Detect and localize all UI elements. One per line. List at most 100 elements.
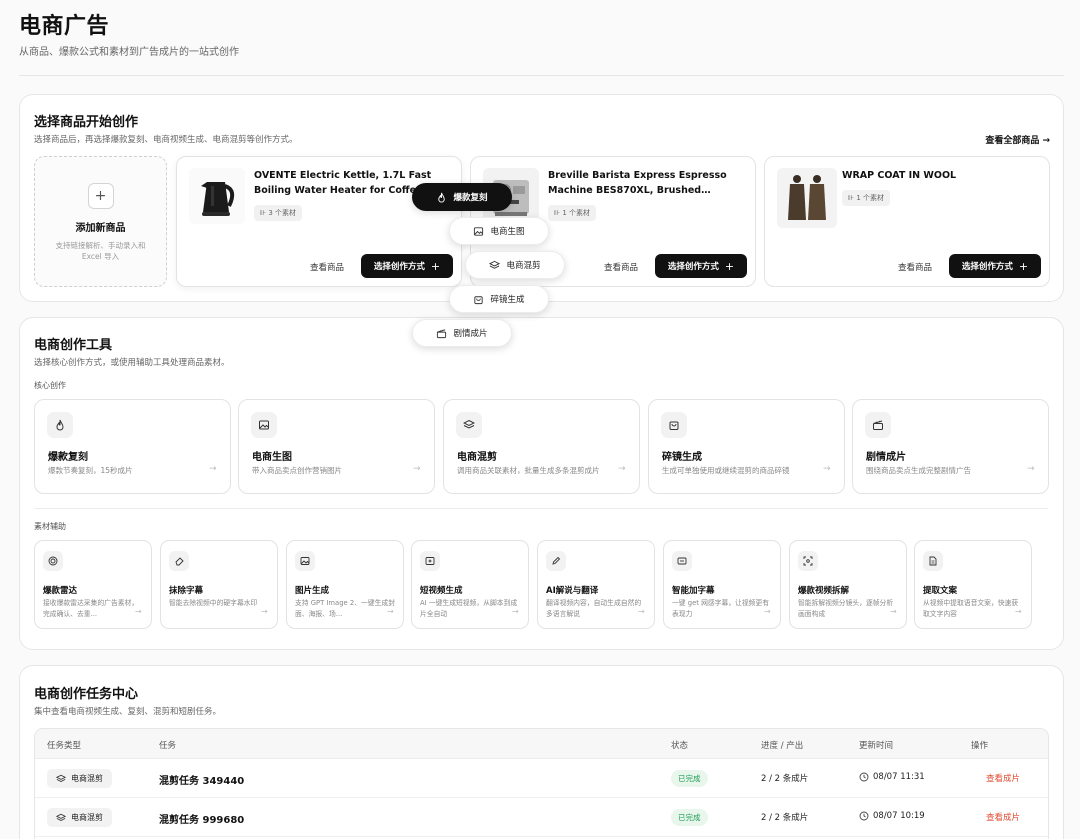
aux-tool-card[interactable]: 图片生成 支持 GPT Image 2、一键生成封面、海报、场... → — [286, 540, 404, 629]
core-group-label: 核心创作 — [34, 381, 66, 390]
view-product-link[interactable]: 查看商品 — [310, 261, 344, 273]
core-tool-card[interactable]: 电商混剪 调用商品关联素材，批量生成多条混剪成片 → — [443, 399, 640, 494]
task-progress: 2 / 2 条成片 — [761, 813, 809, 823]
plus-icon: + — [1018, 259, 1029, 273]
task-progress: 2 / 2 条成片 — [761, 774, 809, 784]
pen-icon — [546, 551, 566, 571]
product-card[interactable]: OVENTE Electric Kettle, 1.7L Fast Boilin… — [176, 156, 462, 287]
arrow-right-icon: → — [512, 607, 519, 616]
core-tool-desc: 围绕商品卖点生成完整剧情广告 — [866, 466, 971, 475]
clapper-icon — [436, 328, 447, 339]
clock-icon — [859, 772, 869, 782]
view-product-link[interactable]: 查看商品 — [604, 261, 638, 273]
flame-icon — [47, 412, 73, 438]
choose-creation-button[interactable]: 选择创作方式 + — [949, 254, 1041, 278]
flame-icon — [436, 192, 447, 203]
aux-tool-card[interactable]: 抹除字幕 智能去除视频中的硬字幕水印 → — [160, 540, 278, 629]
task-name: 混剪任务 999680 — [159, 815, 245, 826]
arrow-right-icon: → — [135, 607, 142, 616]
menu-item-product-remix[interactable]: 电商混剪 — [465, 251, 565, 279]
layers-icon — [56, 774, 66, 784]
plus-icon: + — [87, 183, 114, 209]
bag-icon — [661, 412, 687, 438]
view-output-link[interactable]: 查看成片 — [986, 772, 1020, 784]
scan-icon — [798, 551, 818, 571]
task-time-value: 08/07 10:19 — [873, 811, 925, 821]
add-product-card[interactable]: + 添加新商品 支持链接解析、手动录入和 Excel 导入 — [34, 156, 167, 287]
menu-item-viral-replicate[interactable]: 爆款复刻 — [412, 183, 512, 211]
add-product-title: 添加新商品 — [75, 223, 126, 234]
aux-tool-title: 提取文案 — [923, 586, 958, 596]
product-asset-badge: ⊪ 1 个素材 — [548, 205, 597, 221]
status-badge: 已完成 — [671, 809, 708, 826]
core-tool-card[interactable]: 剧情成片 围绕商品卖点生成完整剧情广告 → — [852, 399, 1049, 494]
layers-icon — [56, 813, 66, 823]
core-tool-title: 爆款复刻 — [48, 452, 88, 463]
aux-tool-desc: 翻译视频内容，自动生成自然的多语言解说 — [546, 599, 642, 618]
clapper-icon — [865, 412, 891, 438]
column-header: 操作 — [971, 741, 989, 751]
arrow-right-icon: → — [823, 464, 831, 474]
menu-item-shard-generate[interactable]: 碎镜生成 — [449, 285, 549, 313]
column-header: 进度 / 产出 — [761, 741, 804, 751]
radar-icon — [43, 551, 63, 571]
view-output-link[interactable]: 查看成片 — [986, 811, 1020, 823]
arrow-right-icon: → — [1027, 464, 1035, 474]
arrow-right-icon: → — [387, 607, 394, 616]
core-tool-card[interactable]: 电商生图 带入商品卖点创作营销图片 → — [238, 399, 435, 494]
aux-group-label: 素材辅助 — [34, 522, 66, 531]
aux-tool-title: 图片生成 — [295, 586, 330, 596]
menu-item-label: 电商混剪 — [506, 261, 541, 271]
tasks-section-title: 电商创作任务中心 — [34, 687, 139, 702]
column-header: 任务 — [159, 741, 177, 751]
choose-creation-label: 选择创作方式 — [667, 262, 719, 272]
choose-creation-button[interactable]: 选择创作方式 + — [655, 254, 747, 278]
product-card[interactable]: WRAP COAT IN WOOL ⊪ 1 个素材 查看商品 选择创作方式 + — [764, 156, 1050, 287]
tools-divider — [34, 508, 1048, 509]
core-tool-card[interactable]: 碎镜生成 生成可单独使用或继续混剪的商品碎镜 → — [648, 399, 845, 494]
menu-item-story-video[interactable]: 剧情成片 — [412, 319, 512, 347]
aux-tool-title: 抹除字幕 — [169, 586, 204, 596]
core-tool-desc: 生成可单独使用或继续混剪的商品碎镜 — [662, 466, 790, 475]
aux-tool-card[interactable]: AI解说与翻译 翻译视频内容，自动生成自然的多语言解说 → — [537, 540, 655, 629]
plus-icon: + — [430, 259, 441, 273]
core-tool-desc: 爆款节奏复刻，15秒成片 — [48, 466, 133, 475]
product-asset-badge: ⊪ 3 个素材 — [254, 205, 303, 221]
task-time: 08/07 10:19 — [859, 811, 925, 821]
layers-icon — [456, 412, 482, 438]
view-product-link[interactable]: 查看商品 — [898, 261, 932, 273]
choose-creation-button[interactable]: 选择创作方式 + — [361, 254, 453, 278]
core-tool-title: 剧情成片 — [866, 452, 906, 463]
menu-item-product-image[interactable]: 电商生图 — [449, 217, 549, 245]
image-icon — [295, 551, 315, 571]
arrow-right-icon: → — [209, 464, 217, 474]
image-icon — [473, 226, 484, 237]
task-type-label: 电商混剪 — [71, 774, 103, 783]
aux-tool-desc: 从视频中提取语音文案，快速获取文字内容 — [923, 599, 1019, 618]
core-tool-card[interactable]: 爆款复刻 爆款节奏复刻，15秒成片 → — [34, 399, 231, 494]
aux-tool-desc: 一键 get 网感字幕，让视频更有表现力 — [672, 599, 770, 618]
core-tool-desc: 带入商品卖点创作营销图片 — [252, 466, 342, 475]
aux-tool-card[interactable]: 智能加字幕 一键 get 网感字幕，让视频更有表现力 → — [663, 540, 781, 629]
aux-tool-card[interactable]: 爆款视频拆解 智能拆解视频分镜头，逐帧分析画面构成 → — [789, 540, 907, 629]
aux-tool-desc: 接收爆款雷达采集的广告素材，完成确认、去重... — [43, 599, 139, 618]
select-section-title: 选择商品开始创作 — [34, 115, 139, 130]
bag-icon — [473, 294, 484, 305]
menu-item-label: 电商生图 — [490, 227, 525, 237]
table-row[interactable]: 电商混剪 混剪任务 999680 已完成 2 / 2 条成片 08/07 10:… — [35, 798, 1048, 837]
aux-tool-title: 短视频生成 — [420, 586, 463, 596]
aux-tool-card[interactable]: 提取文案 从视频中提取语音文案，快速获取文字内容 → — [914, 540, 1032, 629]
product-name: WRAP COAT IN WOOL — [842, 170, 957, 181]
aux-tool-card[interactable]: 爆款雷达 接收爆款雷达采集的广告素材，完成确认、去重... → — [34, 540, 152, 629]
caption-icon — [672, 551, 692, 571]
task-type-badge: 电商混剪 — [47, 808, 112, 827]
table-row[interactable]: 电商混剪 混剪任务 349440 已完成 2 / 2 条成片 08/07 11:… — [35, 759, 1048, 798]
aux-tool-card[interactable]: 短视频生成 AI 一键生成短视频，从脚本到成片全自动 → — [411, 540, 529, 629]
add-product-desc: 支持链接解析、手动录入和 Excel 导入 — [55, 241, 146, 262]
product-asset-count: 1 个素材 — [562, 209, 591, 217]
menu-item-label: 剧情成片 — [453, 329, 488, 339]
doc-icon — [923, 551, 943, 571]
view-all-products-link[interactable]: 查看全部商品 → — [985, 133, 1050, 146]
aux-tool-desc: 支持 GPT Image 2、一键生成封面、海报、场... — [295, 599, 395, 618]
product-asset-count: 3 个素材 — [268, 209, 297, 217]
